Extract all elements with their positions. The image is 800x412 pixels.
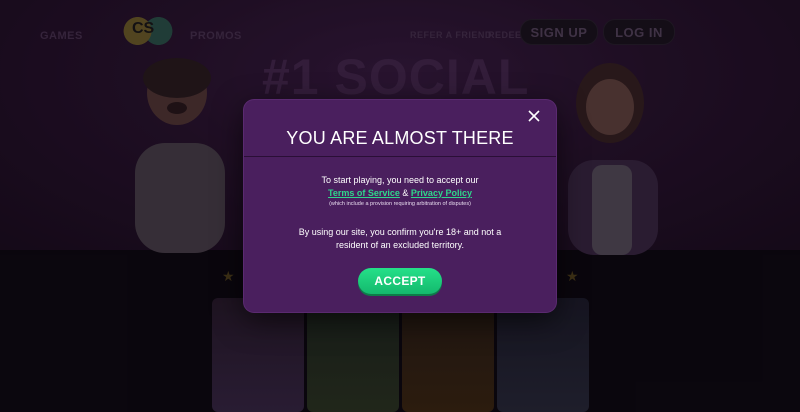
age-terms-modal: YOU ARE ALMOST THERE To start playing, y… xyxy=(244,100,556,312)
terms-of-service-link[interactable]: Terms of Service xyxy=(328,188,400,198)
age-confirmation-text: By using our site, you confirm you're 18… xyxy=(298,227,502,250)
arbitration-note: (which include a provision requiring arb… xyxy=(329,201,471,207)
privacy-policy-link[interactable]: Privacy Policy xyxy=(411,188,472,198)
modal-legal-links: Terms of Service & Privacy Policy xyxy=(244,187,556,200)
modal-intro-text: To start playing, you need to accept our xyxy=(321,175,479,185)
modal-divider xyxy=(244,156,556,157)
close-icon[interactable] xyxy=(526,108,542,124)
modal-title: YOU ARE ALMOST THERE xyxy=(286,128,514,148)
links-separator: & xyxy=(399,188,411,198)
accept-button[interactable]: ACCEPT xyxy=(358,268,442,294)
